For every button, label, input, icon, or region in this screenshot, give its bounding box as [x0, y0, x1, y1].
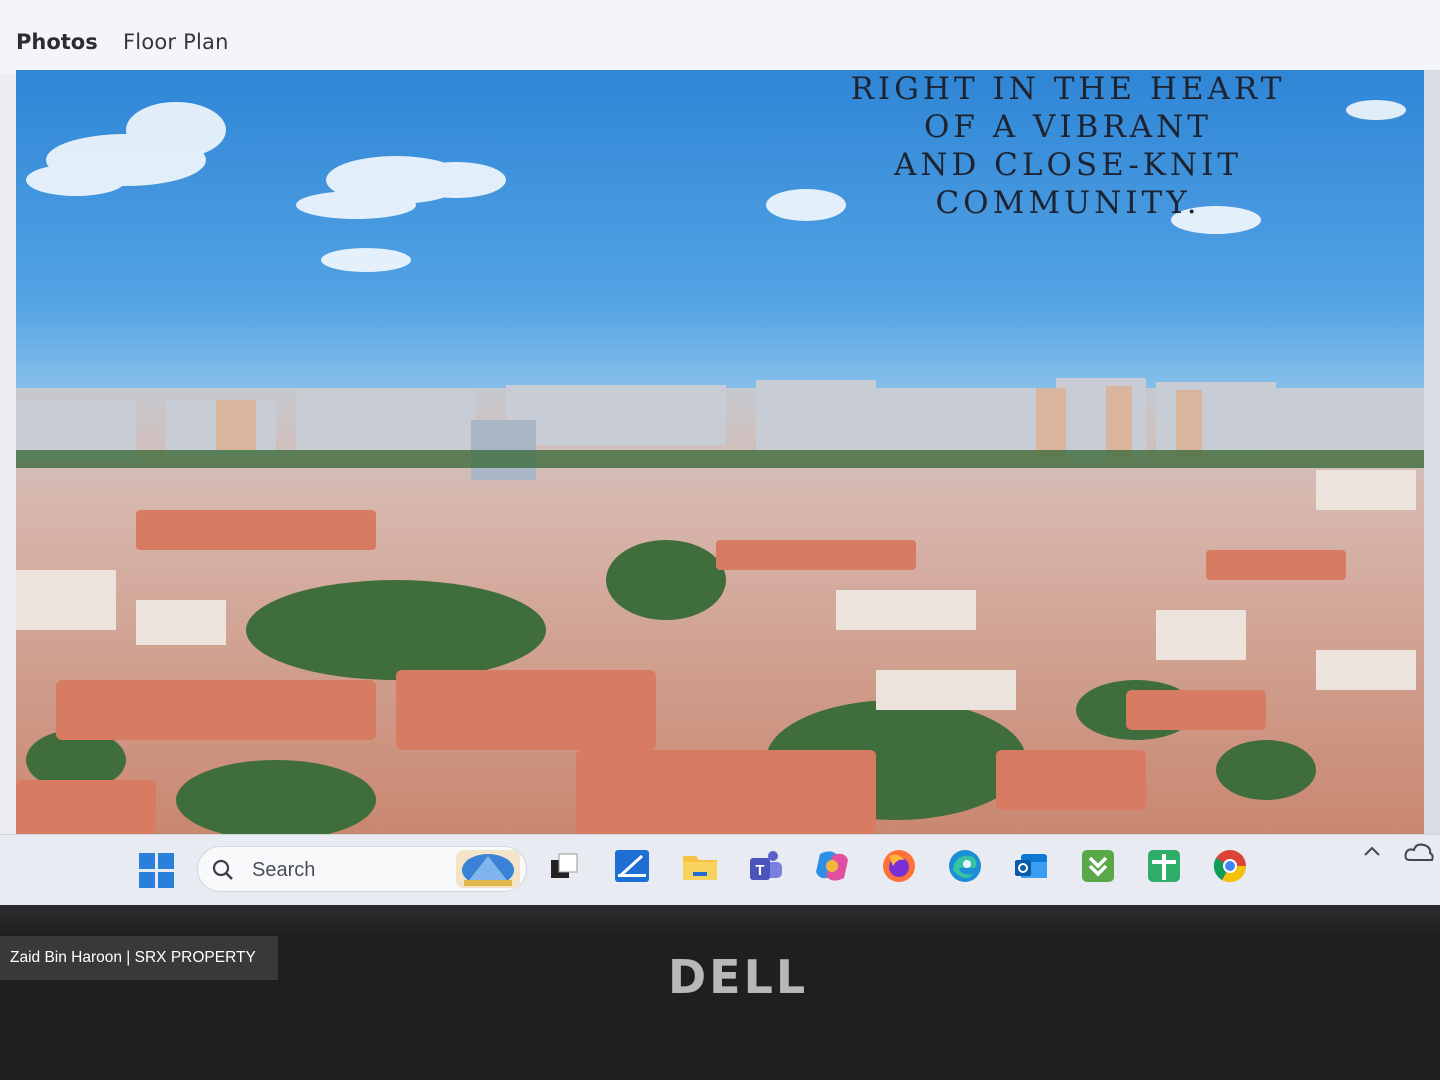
firefox-icon[interactable] — [879, 846, 919, 886]
outlook-icon[interactable] — [1011, 846, 1051, 886]
task-view-icon[interactable] — [545, 846, 585, 886]
page-margin — [1424, 70, 1440, 834]
teams-icon[interactable]: T — [746, 846, 786, 886]
screen: Photos Floor Plan RIGHT IN THE HEART OF … — [0, 0, 1440, 906]
chrome-icon[interactable] — [1210, 846, 1250, 886]
brand-logo: DELL — [668, 950, 809, 1004]
edge-icon[interactable] — [945, 846, 985, 886]
search-highlight-icon — [456, 850, 520, 888]
windows-start-icon[interactable] — [139, 853, 175, 889]
search-icon — [212, 859, 233, 880]
tab-floor-plan[interactable]: Floor Plan — [123, 30, 229, 54]
photo-headline: RIGHT IN THE HEART OF A VIBRANT AND CLOS… — [850, 71, 1286, 221]
tab-photos[interactable]: Photos — [16, 30, 98, 54]
listing-photo[interactable]: RIGHT IN THE HEART OF A VIBRANT AND CLOS… — [16, 70, 1424, 834]
search-label: Search — [252, 859, 316, 881]
taskbar-search-box[interactable]: Search — [197, 846, 527, 892]
photo-credit-watermark: Zaid Bin Haroon | SRX PROPERTY — [0, 936, 278, 980]
svg-text:T: T — [755, 862, 764, 879]
snipping-tool-icon[interactable] — [612, 846, 652, 886]
copilot-icon[interactable] — [812, 846, 852, 886]
bezel-edge — [0, 905, 1440, 935]
green-download-app-icon[interactable] — [1078, 846, 1118, 886]
chevron-up-icon[interactable] — [1362, 842, 1382, 862]
gallery-tab-bar: Photos Floor Plan — [0, 0, 1440, 74]
green-plus-app-icon[interactable] — [1144, 846, 1184, 886]
file-explorer-icon[interactable] — [680, 846, 720, 886]
onedrive-cloud-icon[interactable] — [1404, 840, 1434, 864]
